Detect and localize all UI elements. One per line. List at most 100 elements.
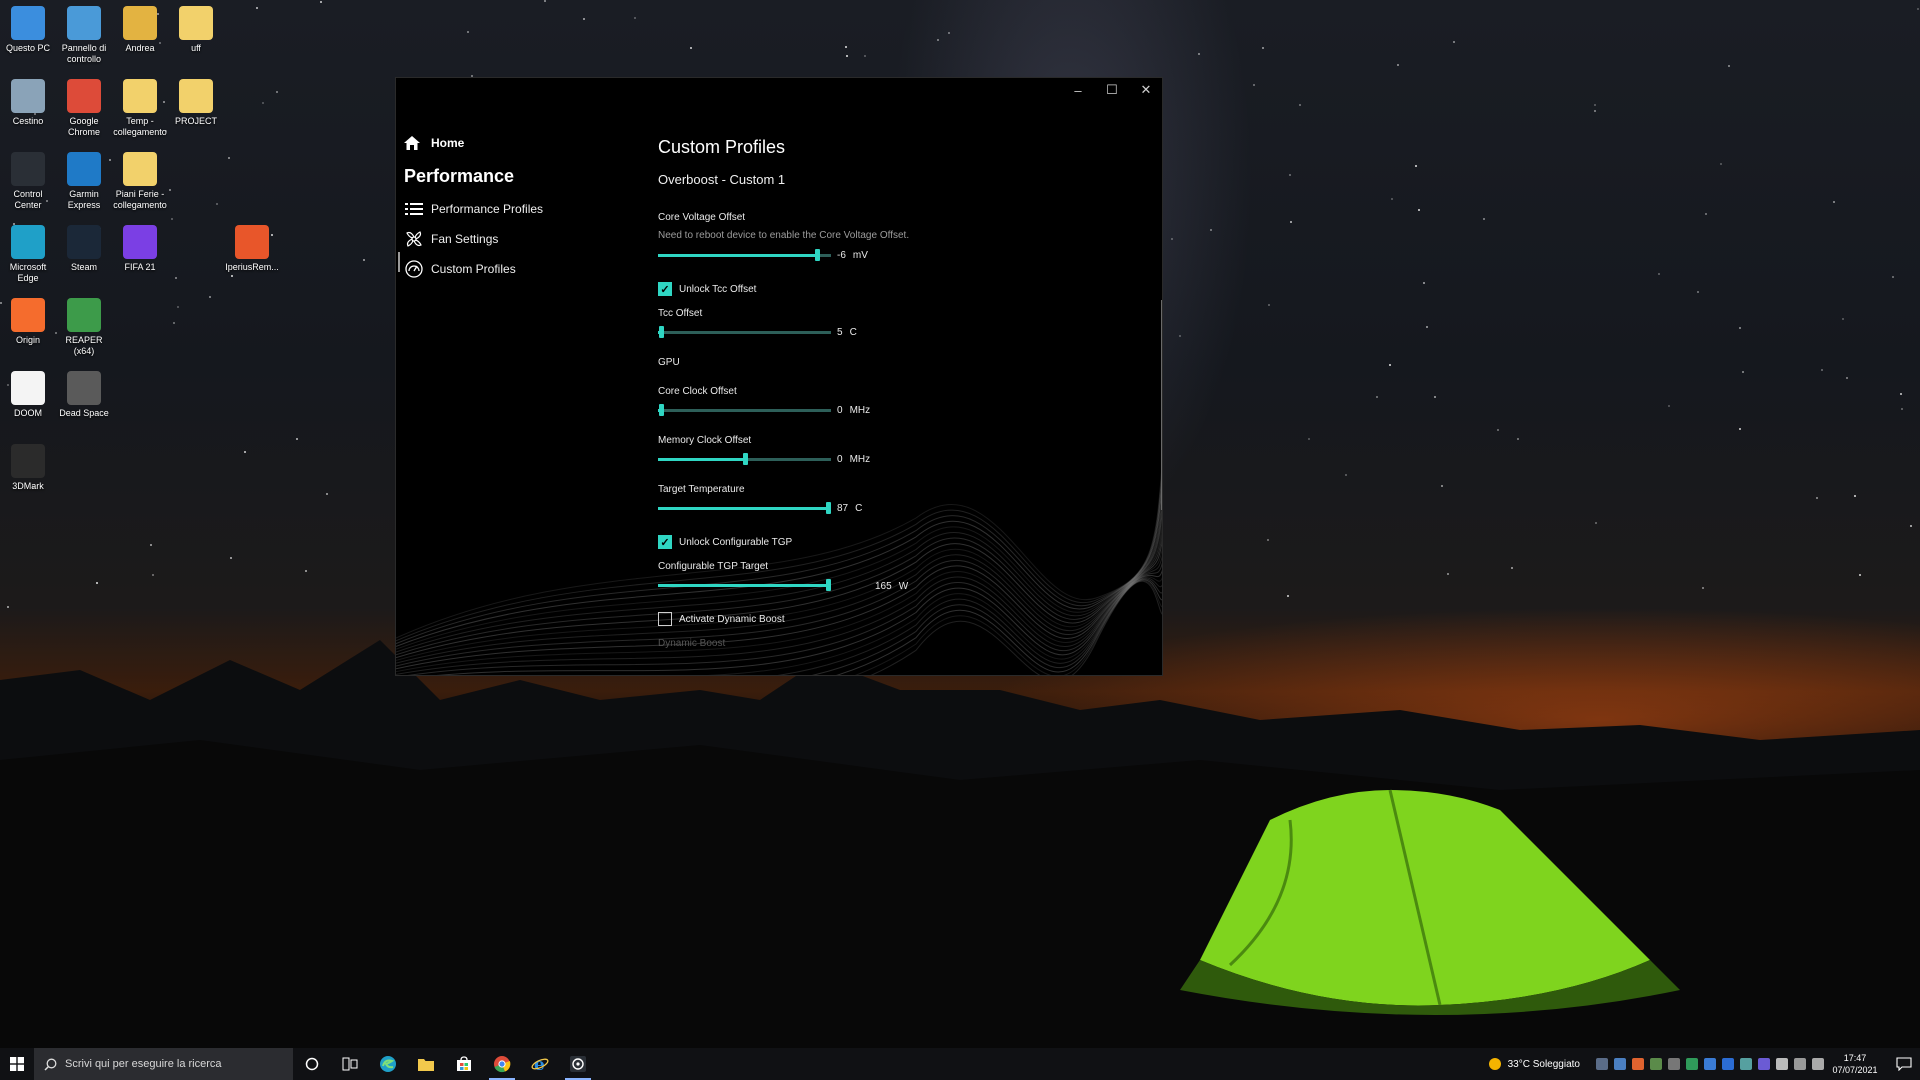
desktop-icon[interactable]: PROJECT <box>168 79 224 127</box>
desktop-icon-label: Pannello di controllo <box>61 43 107 64</box>
tray-app-icon[interactable] <box>1758 1058 1770 1070</box>
desktop-icon[interactable]: Cestino <box>0 79 56 127</box>
taskbar: Scrivi qui per eseguire la ricerca e 33°… <box>0 1048 1920 1080</box>
tray-app-icon[interactable] <box>1650 1058 1662 1070</box>
desktop-icon-label: Cestino <box>12 116 44 126</box>
desktop-icon[interactable]: Google Chrome <box>56 79 112 138</box>
slider-thumb[interactable] <box>743 453 748 465</box>
desktop-icon-label: Origin <box>15 335 40 345</box>
nav-item-custom-profiles[interactable]: Custom Profiles <box>405 260 516 278</box>
desktop-icon[interactable]: Microsoft Edge <box>0 225 56 284</box>
desktop-icon[interactable]: Origin <box>0 298 56 346</box>
desktop-icon-label: PROJECT <box>174 116 217 126</box>
nav-item-fan-settings[interactable]: Fan Settings <box>405 230 498 248</box>
tcc-offset-slider[interactable] <box>658 326 831 338</box>
desktop-icon[interactable]: Dead Space <box>56 371 112 419</box>
bluetooth-icon[interactable] <box>1722 1058 1734 1070</box>
start-button[interactable] <box>0 1048 34 1080</box>
desktop-icon[interactable]: Garmin Express <box>56 152 112 211</box>
slider-thumb[interactable] <box>659 326 664 338</box>
clock[interactable]: 17:47 07/07/2021 <box>1830 1052 1880 1076</box>
slider-thumb[interactable] <box>659 404 664 416</box>
maximize-button[interactable]: ☐ <box>1095 78 1129 102</box>
slider-thumb[interactable] <box>815 249 820 261</box>
target-temperature-slider[interactable] <box>658 502 831 514</box>
taskbar-search[interactable]: Scrivi qui per eseguire la ricerca <box>34 1048 293 1080</box>
taskbar-internet-explorer-button[interactable]: e <box>521 1048 559 1080</box>
desktop-icon-label: Control Center <box>13 189 43 210</box>
unlock-tgp-checkbox[interactable]: ✓ Unlock Configurable TGP <box>658 535 792 549</box>
tgp-target-slider[interactable] <box>658 579 831 591</box>
wifi-icon[interactable] <box>1794 1058 1806 1070</box>
taskbar-edge-button[interactable] <box>369 1048 407 1080</box>
computer-icon <box>11 6 45 40</box>
core-clock-slider[interactable] <box>658 404 831 416</box>
taskbar-store-button[interactable] <box>445 1048 483 1080</box>
notifications-icon[interactable] <box>1896 1057 1912 1071</box>
tray-app-icon[interactable] <box>1740 1058 1752 1070</box>
desktop-icon-label: 3DMark <box>12 481 44 491</box>
desktop-icon[interactable]: Steam <box>56 225 112 273</box>
taskbar-cortana-button[interactable] <box>293 1048 331 1080</box>
clock-date: 07/07/2021 <box>1832 1065 1878 1075</box>
desktop-icon-label: REAPER (x64) <box>65 335 103 356</box>
nav-home-label: Home <box>431 136 465 150</box>
dynamic-boost-checkbox[interactable]: Activate Dynamic Boost <box>658 612 785 626</box>
desktop-icon[interactable]: REAPER (x64) <box>56 298 112 357</box>
tray-app-icon[interactable] <box>1632 1058 1644 1070</box>
recycle-bin-icon <box>11 79 45 113</box>
document-shortcut-icon <box>123 152 157 186</box>
tray-app-icon[interactable] <box>1614 1058 1626 1070</box>
slider-thumb[interactable] <box>826 579 831 591</box>
nav-home[interactable]: Home <box>403 135 464 151</box>
weather-sun-icon <box>1488 1058 1501 1070</box>
desktop-icon[interactable]: DOOM <box>0 371 56 419</box>
tray-app-icon[interactable] <box>1596 1058 1608 1070</box>
close-button[interactable]: ✕ <box>1129 78 1162 102</box>
core-voltage-slider[interactable] <box>658 249 831 261</box>
wave-line <box>811 578 1162 675</box>
nav-item-performance-profiles[interactable]: Performance Profiles <box>405 200 543 218</box>
taskbar-chrome-button[interactable] <box>483 1048 521 1080</box>
system-tray: 33°C Soleggiato 17:47 07/07/2021 <box>1488 1048 1920 1080</box>
desktop-icon[interactable]: Temp - collegamento <box>112 79 168 138</box>
desktop-icon-label: IperiusRem... <box>225 262 279 272</box>
tray-app-icon[interactable] <box>1686 1058 1698 1070</box>
content-scrollbar[interactable] <box>1161 300 1162 510</box>
checkbox-box[interactable] <box>658 612 672 626</box>
wave-line <box>854 580 1162 675</box>
store-icon <box>457 1056 471 1071</box>
target-temperature-value: 87 C <box>837 503 863 514</box>
chrome-icon <box>67 79 101 113</box>
tray-app-icon[interactable] <box>1704 1058 1716 1070</box>
checkbox-label: Unlock Configurable TGP <box>679 536 793 548</box>
desktop-icon-label: Garmin Express <box>67 189 101 210</box>
app-window: – ☐ ✕ Home Performance Performance Profi… <box>395 77 1163 676</box>
checkbox-box[interactable]: ✓ <box>658 282 672 296</box>
slider-thumb[interactable] <box>826 502 831 514</box>
desktop-icon[interactable]: IperiusRem... <box>224 225 280 273</box>
desktop-icon[interactable]: Andrea <box>112 6 168 54</box>
desktop-icon[interactable]: Questo PC <box>0 6 56 54</box>
memory-clock-slider[interactable] <box>658 453 831 465</box>
taskbar-control-center-button[interactable] <box>559 1048 597 1080</box>
fan-icon <box>405 230 423 248</box>
desktop-icon[interactable]: FIFA 21 <box>112 225 168 273</box>
tray-app-icon[interactable] <box>1668 1058 1680 1070</box>
battery-icon[interactable] <box>1776 1058 1788 1070</box>
taskbar-file-explorer-button[interactable] <box>407 1048 445 1080</box>
search-placeholder: Scrivi qui per eseguire la ricerca <box>65 1058 222 1070</box>
desktop-icon[interactable]: 3DMark <box>0 444 56 492</box>
desktop-icon[interactable]: Piani Ferie - collegamento <box>112 152 168 211</box>
desktop-icon[interactable]: Pannello di controllo <box>56 6 112 65</box>
desktop-icon-label: Temp - collegamento <box>113 116 167 137</box>
desktop-icon-label: Steam <box>70 262 97 272</box>
volume-icon[interactable] <box>1812 1058 1824 1070</box>
desktop-icon[interactable]: Control Center <box>0 152 56 211</box>
checkbox-box[interactable]: ✓ <box>658 535 672 549</box>
unlock-tcc-checkbox[interactable]: ✓ Unlock Tcc Offset <box>658 282 756 296</box>
weather-text[interactable]: 33°C Soleggiato <box>1508 1059 1580 1070</box>
minimize-button[interactable]: – <box>1061 78 1095 102</box>
taskbar-task-view-button[interactable] <box>331 1048 369 1080</box>
desktop-icon[interactable]: uff <box>168 6 224 54</box>
